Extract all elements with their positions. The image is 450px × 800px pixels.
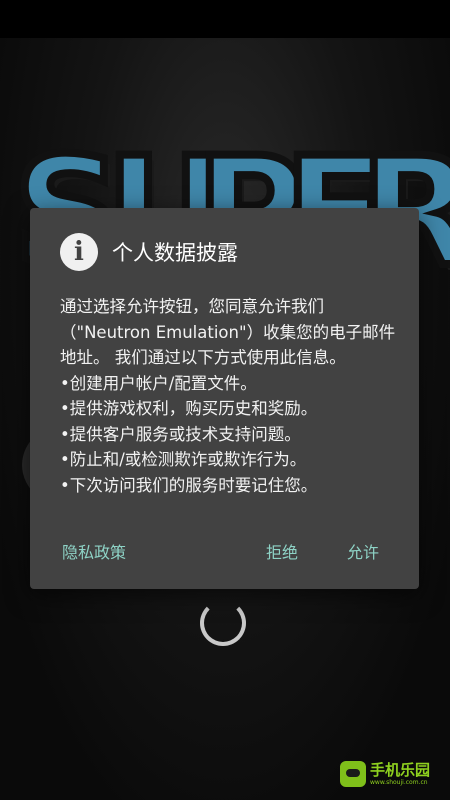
- dialog-title: 个人数据披露: [112, 241, 238, 265]
- watermark: 手机乐园 www.shouji.com.cn: [340, 755, 445, 793]
- reject-button[interactable]: 拒绝: [266, 538, 298, 568]
- list-item: 提供游戏权利，购买历史和奖励。: [60, 396, 404, 422]
- list-item: 创建用户帐户/配置文件。: [60, 371, 404, 397]
- dialog-actions: 隐私政策 拒绝 允许: [30, 538, 419, 568]
- data-disclosure-dialog: i 个人数据披露 通过选择允许按钮，您同意允许我们（"Neutron Emula…: [30, 208, 419, 589]
- list-item: 下次访问我们的服务时要记住您。: [60, 473, 404, 499]
- allow-button[interactable]: 允许: [347, 538, 379, 568]
- dialog-body: 通过选择允许按钮，您同意允许我们（"Neutron Emulation"）收集您…: [60, 294, 404, 498]
- info-icon: i: [60, 233, 98, 271]
- dialog-paragraph: 通过选择允许按钮，您同意允许我们（"Neutron Emulation"）收集您…: [60, 297, 396, 367]
- watermark-logo-icon: [340, 761, 366, 787]
- dialog-header: i 个人数据披露: [60, 232, 400, 272]
- loading-spinner-icon: [200, 600, 246, 646]
- watermark-name: 手机乐园: [370, 760, 431, 779]
- status-bar: [0, 0, 450, 38]
- list-item: 提供客户服务或技术支持问题。: [60, 422, 404, 448]
- watermark-url: www.shouji.com.cn: [370, 778, 428, 786]
- list-item: 防止和/或检测欺诈或欺诈行为。: [60, 447, 404, 473]
- usage-list: 创建用户帐户/配置文件。 提供游戏权利，购买历史和奖励。 提供客户服务或技术支持…: [60, 371, 404, 499]
- privacy-policy-button[interactable]: 隐私政策: [62, 538, 126, 568]
